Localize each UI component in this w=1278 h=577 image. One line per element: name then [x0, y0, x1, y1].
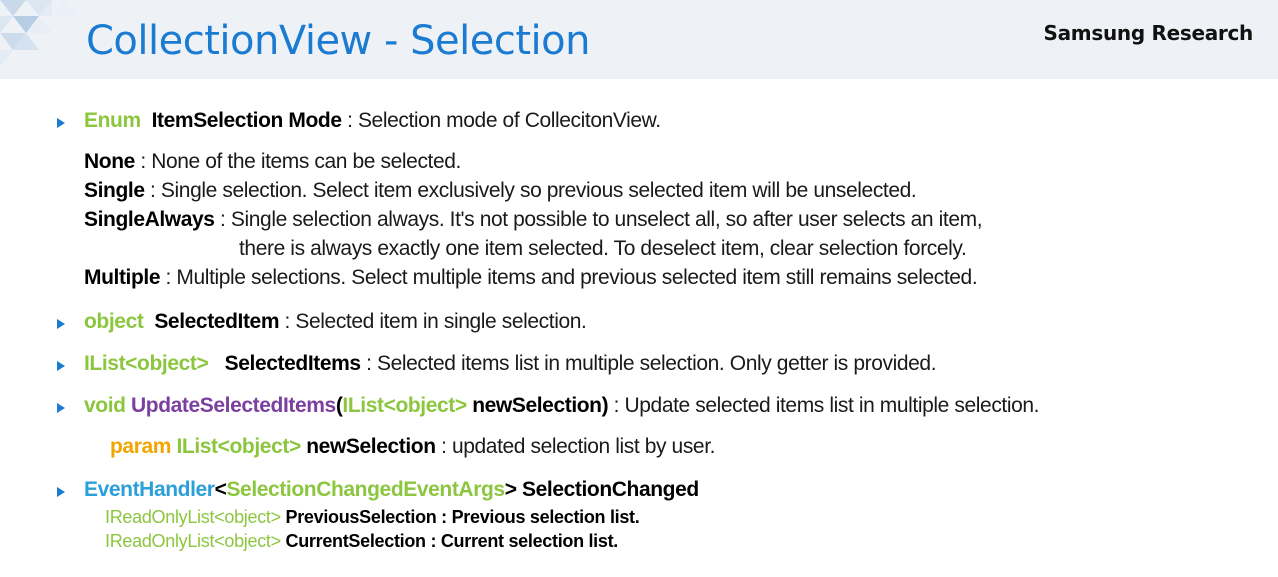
event-prev-name: PreviousSelection [280, 507, 437, 527]
event-prev-line: IReadOnlyList<object> PreviousSelection … [105, 507, 640, 528]
event-curr-line: IReadOnlyList<object> CurrentSelection :… [105, 531, 618, 552]
selected-items-line: IList<object> SelectedItems : Selected i… [84, 352, 937, 376]
enum-single-always-line2: there is always exactly one item selecte… [239, 237, 967, 261]
enum-single-always-desc: : Single selection always. It's not poss… [214, 208, 983, 231]
enum-type: Enum [84, 109, 141, 132]
enum-multiple-desc: : Multiple selections. Select multiple i… [160, 266, 978, 289]
enum-single-always-name: SingleAlways [84, 208, 215, 231]
enum-single-line: Single : Single selection. Select item e… [84, 179, 917, 203]
selected-item-desc: : Selected item in single selection. [279, 310, 587, 333]
event-curr-type: IReadOnlyList<object> [105, 531, 281, 551]
selected-item-line: object SelectedItem : Selected item in s… [84, 310, 587, 334]
update-method-param-type: IList<object> [342, 394, 467, 417]
param-keyword: param [110, 435, 172, 458]
decorative-triangles-icon [0, 0, 78, 66]
enum-sep: : [341, 109, 358, 132]
enum-single-desc: : Single selection. Select item exclusiv… [144, 179, 917, 202]
bullet-icon [57, 487, 65, 497]
event-prev-type: IReadOnlyList<object> [105, 507, 281, 527]
param-type: IList<object> [171, 435, 301, 458]
enum-single-name: Single [84, 179, 145, 202]
bullet-icon [57, 403, 65, 413]
event-args-type: SelectionChangedEventArgs [226, 478, 505, 501]
enum-name: ItemSelection Mode [151, 109, 342, 132]
param-desc: : updated selection list by user. [435, 435, 716, 458]
event-gt: > [504, 478, 517, 501]
bullet-icon [57, 361, 65, 371]
brand-logo-text: Samsung Research [1043, 21, 1254, 45]
bullet-icon [57, 118, 65, 128]
event-handler-type: EventHandler [84, 478, 215, 501]
enum-none-name: None [84, 150, 135, 173]
enum-desc: Selection mode of CollecitonView. [357, 109, 661, 132]
enum-single-always-line: SingleAlways : Single selection always. … [84, 208, 983, 232]
page-title: CollectionView - Selection [86, 18, 590, 64]
enum-single-always-desc2: there is always exactly one item selecte… [239, 237, 967, 260]
update-method-return-type: void [84, 394, 126, 417]
selected-item-name: SelectedItem [154, 310, 280, 333]
bullet-icon [57, 319, 65, 329]
param-name: newSelection [300, 435, 436, 458]
update-method-desc: : Update selected items list in multiple… [608, 394, 1040, 417]
selected-items-name: SelectedItems [224, 352, 361, 375]
event-line: EventHandler<SelectionChangedEventArgs> … [84, 478, 699, 502]
update-method-param-name: newSelection) [466, 394, 609, 417]
event-curr-name: CurrentSelection [280, 531, 427, 551]
selected-items-type: IList<object> [84, 352, 209, 375]
event-prev-desc: : Previous selection list. [436, 507, 640, 527]
enum-none-desc: : None of the items can be selected. [134, 150, 461, 173]
enum-multiple-line: Multiple : Multiple selections. Select m… [84, 266, 978, 290]
selected-items-desc: : Selected items list in multiple select… [360, 352, 937, 375]
selected-item-type: object [84, 310, 144, 333]
update-method-line: void UpdateSelectedItems(IList<object> n… [84, 394, 1040, 418]
enum-line: Enum ItemSelection Mode : Selection mode… [84, 109, 661, 133]
event-name: SelectionChanged [516, 478, 699, 501]
event-curr-desc: : Current selection list. [425, 531, 618, 551]
enum-multiple-name: Multiple [84, 266, 161, 289]
slide-header: CollectionView - Selection Samsung Resea… [0, 0, 1278, 79]
param-line: param IList<object> newSelection : updat… [110, 435, 715, 459]
enum-none-line: None : None of the items can be selected… [84, 150, 461, 174]
event-lt: < [214, 478, 227, 501]
update-method-name: UpdateSelectedItems [131, 394, 336, 417]
